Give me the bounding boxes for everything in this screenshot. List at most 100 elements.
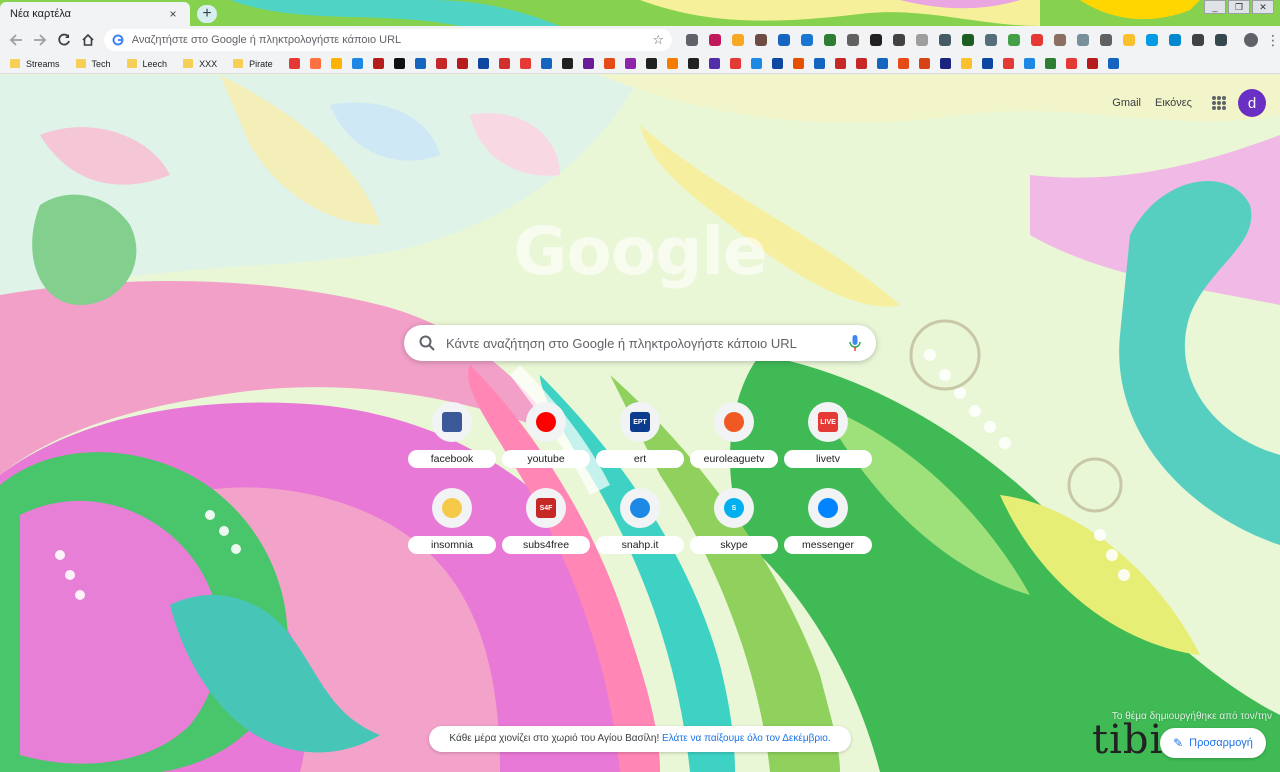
bookmark-favicon[interactable] [1023,58,1035,69]
bookmark-favicon[interactable] [540,58,552,69]
extension-icon[interactable] [778,34,791,46]
extension-icon[interactable] [916,34,929,46]
ntp-search-box[interactable] [404,325,876,361]
theme-artist-logo[interactable]: tibi [1092,717,1163,763]
bookmark-folder-xxx[interactable]: XXX [183,59,217,69]
extension-icon[interactable] [824,34,837,46]
bookmark-favicon[interactable] [645,58,657,69]
bookmark-favicon[interactable] [624,58,636,69]
voice-search-mic-icon[interactable] [848,334,862,352]
shortcut-tile[interactable]: EPT ert [593,402,687,468]
bookmark-favicon[interactable] [372,58,384,69]
bookmark-favicon[interactable] [687,58,699,69]
extension-icon[interactable] [755,34,768,46]
images-link[interactable]: Εικόνες [1155,97,1192,109]
google-apps-icon[interactable] [1212,96,1226,110]
bookmark-favicon[interactable] [960,58,972,69]
customize-button[interactable]: ✎ Προσαρμογή [1160,728,1266,758]
extension-icon[interactable] [1215,34,1228,46]
maximize-button[interactable]: ❐ [1228,0,1250,14]
chrome-menu-icon[interactable]: ⋮ [1266,33,1280,47]
bookmark-favicon[interactable] [918,58,930,69]
bookmark-favicon[interactable] [351,58,363,69]
bookmark-favicon[interactable] [750,58,762,69]
shortcut-tile[interactable]: Sskype [687,488,781,554]
tab-new-tab[interactable]: Νέα καρτέλα × [0,2,190,26]
minimize-button[interactable]: _ [1204,0,1226,14]
extension-icon[interactable] [870,34,883,46]
shortcut-tile[interactable]: snahp.it [593,488,687,554]
bookmark-favicon[interactable] [771,58,783,69]
close-window-button[interactable]: ✕ [1252,0,1274,14]
shortcut-tile[interactable]: LIVE livetv [781,402,875,468]
bookmark-favicon[interactable] [708,58,720,69]
shortcut-tile[interactable]: messenger [781,488,875,554]
extension-icon[interactable] [1054,34,1067,46]
bookmark-favicon[interactable] [666,58,678,69]
bookmark-folder-pirate[interactable]: Pirate [233,59,273,69]
bookmark-favicon[interactable] [582,58,594,69]
bookmark-favicon[interactable] [309,58,321,69]
bookmark-favicon[interactable] [855,58,867,69]
bookmark-favicon[interactable] [603,58,615,69]
bookmark-favicon[interactable] [1086,58,1098,69]
bookmark-favicon[interactable] [1107,58,1119,69]
bookmark-favicon[interactable] [498,58,510,69]
bookmark-favicon[interactable] [393,58,405,69]
shortcut-tile[interactable]: youtube [499,402,593,468]
new-tab-button[interactable]: + [197,5,217,23]
extension-icon[interactable] [709,34,722,46]
home-button[interactable] [76,28,100,52]
bookmark-folder-tech[interactable]: Tech [75,59,111,69]
gmail-link[interactable]: Gmail [1112,97,1141,109]
extension-icon[interactable] [1123,34,1136,46]
bookmark-folder-leech[interactable]: Leech [126,59,167,69]
extension-icon[interactable] [801,34,814,46]
bookmark-favicon[interactable] [1002,58,1014,69]
bookmark-favicon[interactable] [729,58,741,69]
shortcut-tile[interactable]: euroleaguetv [687,402,781,468]
address-bar[interactable]: Αναζητήστε στο Google ή πληκτρολογήστε κ… [103,29,673,51]
bookmark-favicon[interactable] [561,58,573,69]
bookmark-favicon[interactable] [876,58,888,69]
shortcut-tile[interactable]: insomnia [405,488,499,554]
bookmark-folder-streams[interactable]: Streams [10,59,60,69]
bookmark-favicon[interactable] [1044,58,1056,69]
tab-close-icon[interactable]: × [166,7,180,21]
extension-icon[interactable] [1100,34,1113,46]
bookmark-favicon[interactable] [939,58,951,69]
extension-icon[interactable] [1146,34,1159,46]
bookmark-favicon[interactable] [477,58,489,69]
search-input[interactable] [446,335,848,351]
bookmark-favicon[interactable] [792,58,804,69]
bookmark-favicon[interactable] [519,58,531,69]
bookmark-favicon[interactable] [435,58,447,69]
bookmark-favicon[interactable] [414,58,426,69]
bookmark-favicon[interactable] [330,58,342,69]
bookmark-favicon[interactable] [834,58,846,69]
extension-icon[interactable] [686,34,699,46]
bookmark-star-icon[interactable]: ☆ [652,32,664,48]
extension-icon[interactable] [847,34,860,46]
bookmark-favicon[interactable] [1065,58,1077,69]
shortcut-tile[interactable]: S4F subs4free [499,488,593,554]
extension-icon[interactable] [962,34,975,46]
extension-icon[interactable] [1008,34,1021,46]
bookmark-favicon[interactable] [288,58,300,69]
extension-icon[interactable] [732,34,745,46]
shortcut-tile[interactable]: facebook [405,402,499,468]
forward-button[interactable] [28,28,52,52]
extension-icon[interactable] [893,34,906,46]
bookmark-favicon[interactable] [981,58,993,69]
extension-icon[interactable] [1169,34,1182,46]
bookmark-favicon[interactable] [456,58,468,69]
account-avatar[interactable]: d [1238,89,1266,117]
bookmark-favicon[interactable] [813,58,825,69]
back-button[interactable] [4,28,28,52]
extension-icon[interactable] [1192,34,1205,46]
extension-icon[interactable] [1031,34,1044,46]
extension-icon[interactable] [985,34,998,46]
extension-icon[interactable] [939,34,952,46]
reload-button[interactable] [52,28,76,52]
extension-icon[interactable] [1077,34,1090,46]
